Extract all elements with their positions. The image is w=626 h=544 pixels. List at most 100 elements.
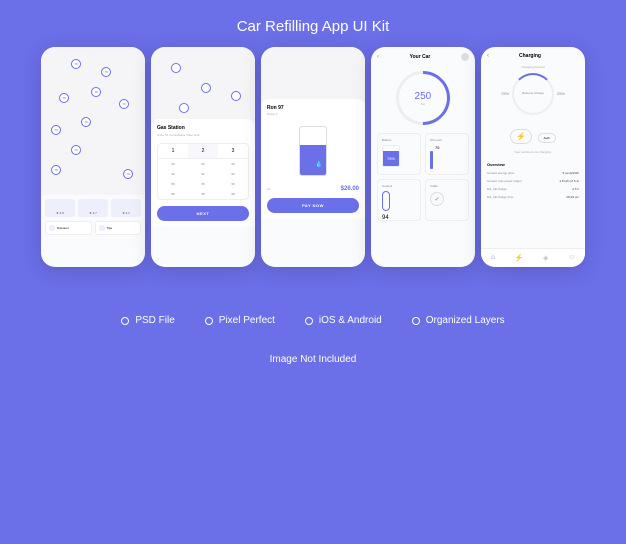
discount-icon — [49, 225, 55, 231]
fuel-opt[interactable]: 90 — [188, 159, 218, 169]
oil-value: 75 — [435, 145, 439, 150]
nav-home-icon[interactable]: ⌂ — [491, 254, 495, 262]
tab-label: Tips — [107, 226, 113, 230]
pump-col-2[interactable]: 2 — [188, 144, 218, 159]
fuel-opt[interactable]: 95 — [158, 179, 188, 189]
map-pin[interactable]: 79 — [59, 93, 69, 103]
bottom-nav: ⌂ ⚡ ◈ ☺ — [481, 248, 585, 267]
next-button[interactable]: NEXT — [157, 206, 249, 221]
station-card[interactable]: ★ 4.7 — [78, 199, 108, 217]
range-gauge: 250 Km — [385, 60, 461, 136]
tab-discount[interactable]: Discount — [45, 221, 92, 235]
page-title: Car Refilling App UI Kit — [0, 0, 626, 47]
map-pin — [201, 83, 211, 93]
charging-note: Your vehicle is not charging. — [481, 150, 585, 154]
pump-number: Pump 2 — [267, 112, 359, 116]
bullet-icon — [205, 317, 213, 325]
card-label: Battery — [382, 138, 416, 142]
coolant-value: 94 — [382, 215, 416, 221]
back-icon[interactable]: ‹ — [487, 53, 489, 59]
cable-card[interactable]: Cable ✓ — [425, 179, 469, 221]
charging-status: Charging Paused — [481, 65, 585, 69]
fuel-opt[interactable]: 92 — [218, 169, 248, 179]
range-value: 250 — [415, 91, 432, 102]
feature-item: iOS & Android — [305, 315, 382, 326]
page-title: Charging — [519, 53, 541, 59]
fuel-opt[interactable]: 90 — [218, 159, 248, 169]
screens-row: 78 78 79 78 73 73 79 79 78 79 ★ 4.8 ★ 4.… — [0, 47, 626, 267]
map-blur — [261, 47, 365, 107]
features-row: PSD File Pixel Perfect iOS & Android Org… — [0, 315, 626, 326]
fuel-opt[interactable]: 90 — [158, 159, 188, 169]
bullet-icon — [412, 317, 420, 325]
tips-icon — [99, 225, 105, 231]
pump-col-3[interactable]: 3 — [218, 144, 248, 159]
card-label: Coolant — [382, 184, 416, 188]
station-card[interactable]: ★ 4.1 — [111, 199, 141, 217]
screen-charging: ‹ Charging Charging Paused 75% 25% Resum… — [481, 47, 585, 267]
station-card[interactable]: ★ 4.8 — [45, 199, 75, 217]
map-pin[interactable]: 79 — [81, 117, 91, 127]
map-pin[interactable]: 78 — [101, 67, 111, 77]
price: $26.00 — [341, 186, 359, 192]
screen-map: 78 78 79 78 73 73 79 79 78 79 ★ 4.8 ★ 4.… — [41, 47, 145, 267]
map-pin — [171, 63, 181, 73]
fuel-opt[interactable]: 92 — [158, 169, 188, 179]
map-pin[interactable]: 73 — [51, 125, 61, 135]
overview-row: Est. full charge time08:29 pm — [481, 193, 585, 201]
map-pin — [231, 91, 241, 101]
fuel-opt[interactable]: 98 — [158, 189, 188, 199]
fuel-tank[interactable]: 💧 — [299, 126, 327, 176]
pump-col-1[interactable]: 1 — [158, 144, 188, 159]
avatar[interactable] — [461, 53, 469, 61]
fuel-selector: 1 90 92 95 98 2 90 92 95 98 3 90 92 95 9… — [157, 143, 249, 200]
feature-item: Organized Layers — [412, 315, 505, 326]
map-pin[interactable]: 73 — [119, 99, 129, 109]
fuel-opt[interactable]: 95 — [188, 179, 218, 189]
map-pin[interactable]: 78 — [71, 59, 81, 69]
footer-note: Image Not Included — [0, 354, 626, 365]
fuel-opt[interactable]: 95 — [218, 179, 248, 189]
charge-gauge[interactable]: Resume Charge — [512, 73, 554, 115]
tab-label: Discount — [57, 226, 69, 230]
overview-row: Current max power output4.8 kW (of 5.4) — [481, 177, 585, 185]
overview-row: Est. full charge2.5 h — [481, 185, 585, 193]
resume-label: Resume Charge — [522, 92, 544, 96]
nav-pin-icon[interactable]: ◈ — [543, 254, 548, 262]
thermometer-icon — [382, 191, 390, 211]
screen-your-car: ‹ Your Car 250 Km Battery 75% Oil Level … — [371, 47, 475, 267]
battery-card[interactable]: Battery 75% — [377, 133, 421, 175]
oil-card[interactable]: Oil Level 75 — [425, 133, 469, 175]
fuel-opt[interactable]: 98 — [188, 189, 218, 199]
screen-gas-station: Gas Station Anne St. Centralpara, New Yo… — [151, 47, 255, 267]
bullet-icon — [121, 317, 129, 325]
quantity: 0 L — [267, 187, 271, 191]
map-pin[interactable]: 78 — [91, 87, 101, 97]
drop-icon: 💧 — [315, 161, 323, 169]
auth-chip[interactable]: Auth — [538, 133, 556, 143]
coolant-card[interactable]: Coolant 94 — [377, 179, 421, 221]
oil-gauge: 75 — [430, 145, 464, 169]
map-pin — [179, 103, 189, 113]
back-icon[interactable]: ‹ — [377, 54, 379, 60]
overview-heading: Overview — [481, 158, 585, 169]
pay-now-button[interactable]: PAY NOW — [267, 198, 359, 213]
tab-tips[interactable]: Tips — [95, 221, 142, 235]
fuel-opt[interactable]: 92 — [188, 169, 218, 179]
station-title: Gas Station — [157, 125, 249, 131]
overview-row: Current energy price5 cents/kWh — [481, 169, 585, 177]
map-pin[interactable]: 79 — [71, 145, 81, 155]
bolt-chip[interactable]: ⚡ — [510, 129, 532, 144]
map-pin[interactable]: 79 — [123, 169, 133, 179]
cable-icon: ✓ — [430, 192, 444, 206]
nav-user-icon[interactable]: ☺ — [568, 254, 575, 262]
feature-item: PSD File — [121, 315, 174, 326]
feature-item: Pixel Perfect — [205, 315, 275, 326]
nav-bolt-icon[interactable]: ⚡ — [515, 254, 524, 262]
fuel-opt[interactable]: 98 — [218, 189, 248, 199]
battery-value: 75% — [383, 151, 399, 166]
bullet-icon — [305, 317, 313, 325]
pct-left: 75% — [501, 91, 509, 96]
map-view[interactable]: 78 78 79 78 73 73 79 79 78 79 — [41, 47, 145, 195]
map-pin[interactable]: 78 — [51, 165, 61, 175]
